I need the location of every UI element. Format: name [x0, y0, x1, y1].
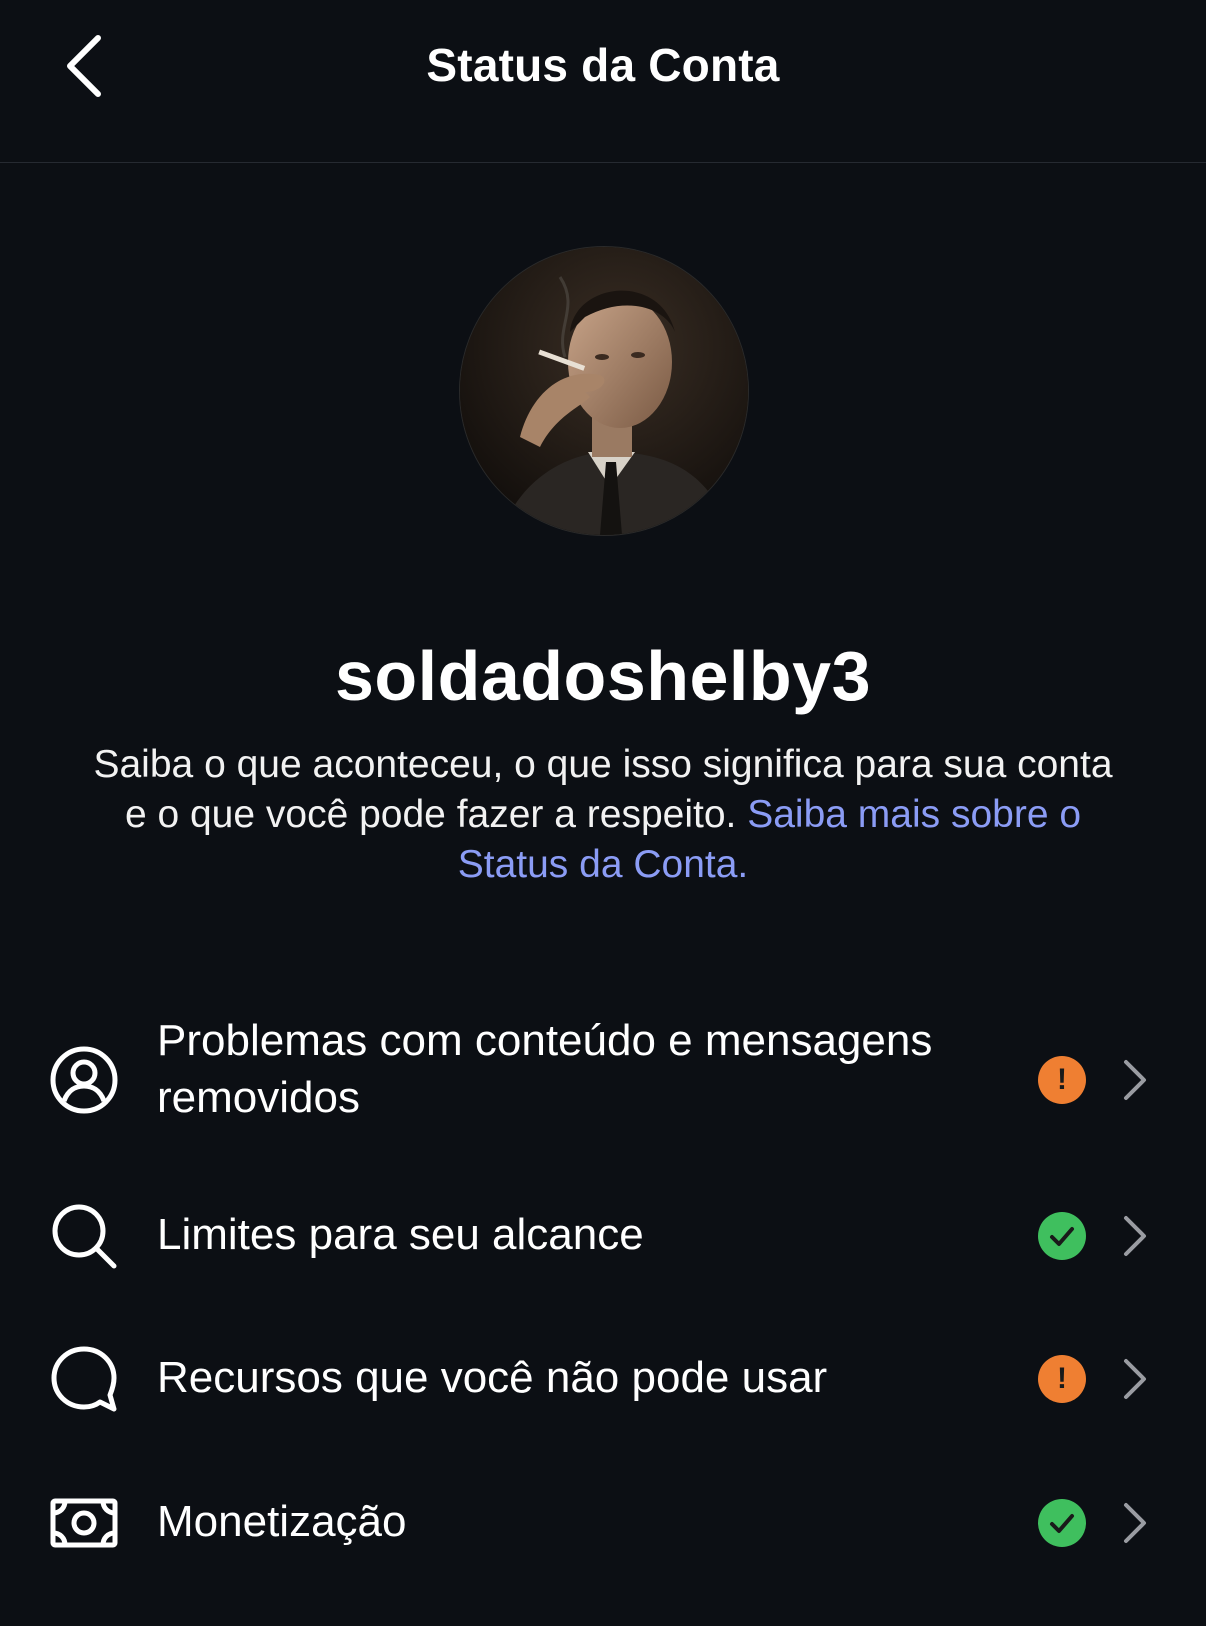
chevron-right-icon [1124, 1060, 1146, 1100]
list-item-label: Monetização [157, 1497, 407, 1546]
list-item-reach-limits[interactable]: Limites para seu alcance [0, 1200, 1206, 1272]
chat-bubble-icon [51, 1346, 117, 1412]
search-icon [52, 1204, 117, 1269]
user-circle-icon [50, 1046, 118, 1114]
money-icon [50, 1498, 118, 1548]
avatar [459, 246, 749, 536]
chevron-right-icon [1124, 1503, 1146, 1543]
list-item-monetization[interactable]: Monetização [0, 1487, 1206, 1559]
check-icon [1038, 1212, 1086, 1260]
check-icon [1038, 1499, 1086, 1547]
warning-icon: ! [1038, 1355, 1086, 1403]
profile-photo [460, 247, 748, 535]
list-item-content-issues[interactable]: Problemas com conteúdo e mensagens remov… [0, 1010, 1206, 1130]
list-item-label: Limites para seu alcance [157, 1210, 644, 1259]
warning-icon: ! [1038, 1056, 1086, 1104]
page-title: Status da Conta [426, 39, 780, 91]
list-item-label: Recursos que você não pode usar [157, 1353, 828, 1402]
header-bar: Status da Conta [0, 0, 1206, 163]
list-item-label: Problemas com conteúdo e mensagens remov… [157, 1016, 933, 1122]
chevron-right-icon [1124, 1359, 1146, 1399]
list-item-restricted-features[interactable]: Recursos que você não pode usar ! [0, 1343, 1206, 1415]
username: soldadoshelby3 [334, 637, 872, 715]
description: Saiba o que aconteceu, o que isso signif… [80, 740, 1126, 890]
chevron-right-icon [1124, 1216, 1146, 1256]
